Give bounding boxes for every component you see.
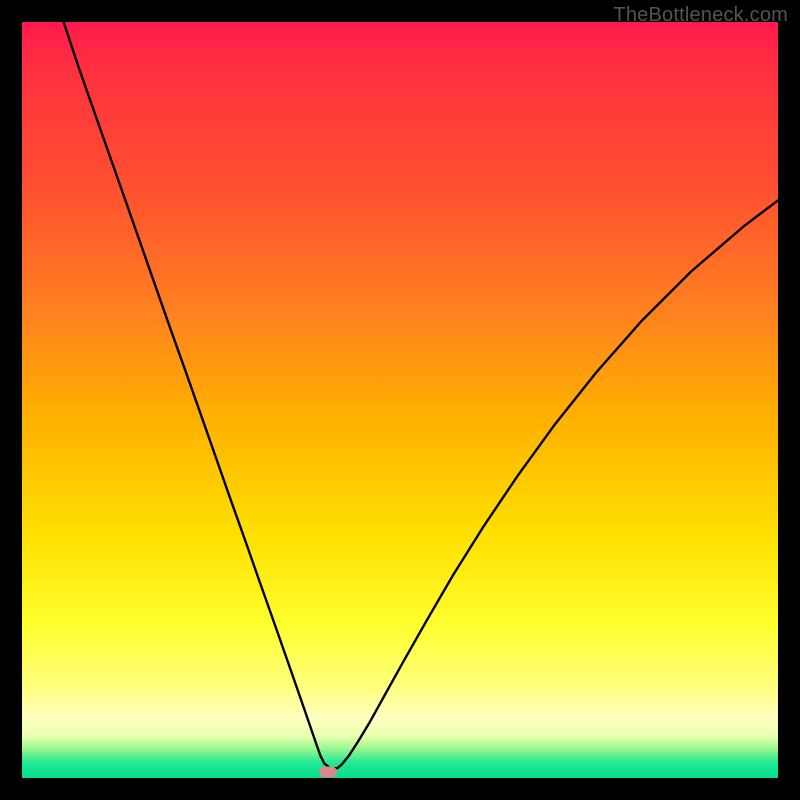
plot-area: [22, 22, 778, 778]
chart-frame: [22, 22, 778, 778]
background-gradient: [22, 22, 778, 778]
minimum-marker: [319, 766, 337, 777]
